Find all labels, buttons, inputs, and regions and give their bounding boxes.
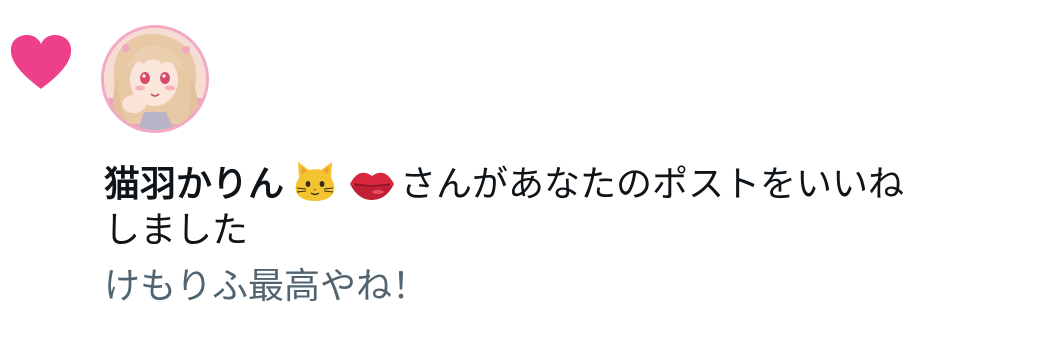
- notification-message: 猫羽かりん さんがあなたのポストをいいねしました: [104, 160, 1034, 254]
- lips-emoji: [350, 172, 395, 200]
- notification-content: 猫羽かりん さんがあなたのポストをいいねしました けもりふ最高やね！: [104, 160, 1034, 310]
- like-notification[interactable]: 猫羽かりん さんがあなたのポストをいいねしました けもりふ最高やね！: [0, 0, 1038, 345]
- action-text-1: さんがあなたのポストをいいね: [400, 164, 905, 205]
- action-text-2: しました: [104, 210, 249, 251]
- post-text[interactable]: けもりふ最高やね！: [104, 264, 1034, 310]
- user-name[interactable]: 猫羽かりん: [104, 164, 284, 205]
- cat-face-emoji: [295, 162, 335, 201]
- heart-icon: [10, 35, 72, 89]
- avatar[interactable]: [101, 25, 209, 133]
- avatar-image: [104, 28, 206, 130]
